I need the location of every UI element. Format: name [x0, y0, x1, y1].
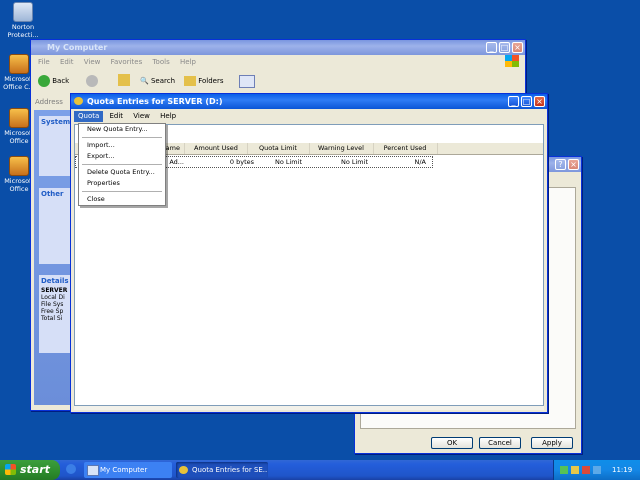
close-button[interactable]: ×: [534, 96, 545, 107]
office-icon: [9, 108, 29, 128]
details-line: File Sys: [41, 301, 64, 308]
quota-titlebar[interactable]: Quota Entries for SERVER (D:): [71, 94, 547, 109]
ie-icon[interactable]: [66, 464, 76, 474]
other-panel: Other: [39, 188, 73, 264]
column-header-quota-limit[interactable]: Quota Limit: [247, 143, 310, 154]
quick-launch: [66, 464, 80, 476]
recycle-bin-icon: [13, 2, 33, 22]
quota-menu-dropdown: New Quota Entry... Import... Export... D…: [78, 123, 166, 206]
menu-item-properties[interactable]: Properties: [79, 178, 165, 189]
help-button[interactable]: ?: [555, 159, 566, 170]
tray-network-icon[interactable]: [560, 466, 568, 474]
computer-icon: [87, 465, 99, 476]
folder-icon: [184, 76, 196, 86]
menu-tools[interactable]: Tools: [148, 57, 173, 68]
back-label: Back: [52, 77, 70, 85]
folders-button[interactable]: Folders: [184, 71, 224, 91]
details-line: SERVER: [41, 287, 68, 294]
close-button[interactable]: ×: [568, 159, 579, 170]
maximize-button[interactable]: □: [521, 96, 532, 107]
search-button[interactable]: 🔍 Search: [140, 71, 175, 91]
search-label: Search: [150, 77, 176, 85]
menu-help[interactable]: Help: [156, 111, 180, 122]
ok-button[interactable]: OK: [431, 437, 473, 449]
cell-amount-used: 0 bytes: [229, 158, 254, 166]
menu-item-import[interactable]: Import...: [79, 140, 165, 151]
close-button[interactable]: ×: [512, 42, 523, 53]
tray-misc-icon[interactable]: [593, 466, 601, 474]
cancel-button[interactable]: Cancel: [479, 437, 521, 449]
my-computer-titlebar[interactable]: My Computer: [31, 40, 525, 55]
cell-percent-used: N/A: [414, 158, 427, 166]
menu-item-close[interactable]: Close: [79, 194, 165, 205]
task-label: My Computer: [100, 466, 148, 474]
system-panel-title[interactable]: System: [39, 116, 73, 128]
menu-help[interactable]: Help: [176, 57, 200, 68]
windows-flag-icon: [5, 464, 16, 475]
menu-separator: [82, 191, 162, 192]
details-line: Total Si: [41, 315, 63, 322]
column-header-amount-used[interactable]: Amount Used: [185, 143, 248, 154]
taskbar-button-my-computer[interactable]: My Computer: [84, 462, 172, 478]
menu-file[interactable]: File: [34, 57, 54, 68]
column-header-warning-level[interactable]: Warning Level: [309, 143, 374, 154]
menu-separator: [82, 137, 162, 138]
up-folder-icon[interactable]: [118, 74, 130, 86]
system-tray: 11:19: [553, 460, 640, 480]
menu-bar: Quota Edit View Help: [74, 111, 544, 122]
details-line: Local Di: [41, 294, 65, 301]
back-button[interactable]: Back: [38, 71, 69, 91]
forward-arrow-icon[interactable]: [86, 75, 98, 87]
menu-edit[interactable]: Edit: [56, 57, 78, 68]
toolbar: Back 🔍 Search Folders: [34, 71, 522, 91]
office-icon: [9, 156, 29, 176]
windows-logo-icon: [505, 55, 519, 67]
system-panel: System: [39, 116, 73, 176]
minimize-button[interactable]: _: [508, 96, 519, 107]
desktop-icon-label: Norton Protecti...: [7, 23, 39, 39]
apply-button[interactable]: Apply: [531, 437, 573, 449]
menu-view[interactable]: View: [80, 57, 105, 68]
taskbar-button-quota-entries[interactable]: Quota Entries for SE...: [176, 462, 268, 478]
back-arrow-icon: [38, 75, 50, 87]
menu-item-export[interactable]: Export...: [79, 151, 165, 162]
start-label: start: [20, 463, 50, 476]
task-pane: System Other Details SERVER Local Di Fil…: [34, 110, 73, 405]
horizontal-scrollbar[interactable]: [74, 406, 544, 410]
start-button[interactable]: start: [0, 460, 60, 480]
menu-separator: [82, 164, 162, 165]
cell-warning-level: No Limit: [340, 158, 368, 166]
maximize-button[interactable]: □: [499, 42, 510, 53]
menu-favorites[interactable]: Favorites: [107, 57, 147, 68]
window-title: My Computer: [47, 43, 108, 52]
menu-view[interactable]: View: [129, 111, 154, 122]
column-header-percent-used[interactable]: Percent Used: [373, 143, 438, 154]
office-icon: [9, 54, 29, 74]
other-panel-title[interactable]: Other: [39, 188, 73, 200]
task-label: Quota Entries for SE...: [192, 466, 268, 474]
minimize-button[interactable]: _: [486, 42, 497, 53]
folders-label: Folders: [198, 77, 224, 85]
address-label: Address: [35, 98, 63, 106]
tray-volume-icon[interactable]: [571, 466, 579, 474]
quota-window-icon: [74, 97, 83, 105]
desktop-icon-norton[interactable]: Norton Protecti...: [4, 2, 42, 39]
clock[interactable]: 11:19: [612, 466, 632, 474]
taskbar: start My Computer Quota Entries for SE..…: [0, 460, 640, 480]
quota-entries-window: Quota Entries for SERVER (D:) _ □ × Quot…: [70, 93, 548, 413]
search-icon: 🔍: [140, 77, 149, 85]
menu-edit[interactable]: Edit: [106, 111, 128, 122]
details-panel: Details SERVER Local Di File Sys Free Sp…: [39, 275, 73, 353]
menu-item-delete-quota-entry[interactable]: Delete Quota Entry...: [79, 167, 165, 178]
tray-security-icon[interactable]: [582, 466, 590, 474]
details-line: Free Sp: [41, 308, 64, 315]
window-title: Quota Entries for SERVER (D:): [87, 97, 223, 106]
menu-bar: File Edit View Favorites Tools Help: [34, 57, 522, 68]
cell-quota-limit: No Limit: [274, 158, 302, 166]
quota-icon: [179, 466, 188, 474]
menu-item-new-quota-entry[interactable]: New Quota Entry...: [79, 124, 165, 135]
menu-quota[interactable]: Quota: [74, 111, 104, 122]
details-panel-title[interactable]: Details: [39, 275, 73, 287]
views-icon[interactable]: [239, 75, 255, 88]
